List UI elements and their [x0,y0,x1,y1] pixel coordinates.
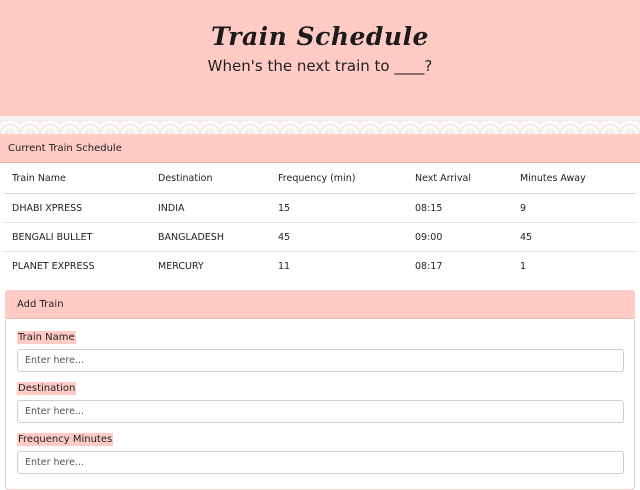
column-header-minutes-away: Minutes Away [512,164,636,194]
cell-train-name: BENGALI BULLET [4,222,150,252]
cell-minutes-away: 45 [512,222,636,252]
cell-destination: INDIA [150,193,270,223]
add-train-title: Add Train [6,291,634,319]
cell-train-name: DHABI XPRESS [4,193,150,223]
column-header-destination: Destination [150,164,270,194]
train-name-label: Train Name [17,331,76,344]
train-schedule-table: Train Name Destination Frequency (min) N… [4,164,636,280]
column-header-train-name: Train Name [4,164,150,194]
schedule-panel-title: Current Train Schedule [0,134,640,163]
cell-destination: BANGLADESH [150,222,270,252]
column-header-frequency: Frequency (min) [270,164,407,194]
page-title: Train Schedule [211,22,429,51]
destination-label: Destination [17,382,77,395]
decorative-pattern-strip [0,116,640,134]
destination-input[interactable] [17,400,624,423]
table-row: PLANET EXPRESS MERCURY 11 08:17 1 [4,252,636,281]
cell-next-arrival: 09:00 [407,222,512,252]
column-header-next-arrival: Next Arrival [407,164,512,194]
cell-frequency: 45 [270,222,407,252]
train-name-input[interactable] [17,349,624,372]
frequency-minutes-label: Frequency Minutes [17,433,114,446]
cell-next-arrival: 08:17 [415,260,443,272]
table-row: BENGALI BULLET BANGLADESH 45 09:00 45 [4,222,636,252]
page-subtitle: When's the next train to ____? [207,57,433,75]
cell-train-name: PLANET EXPRESS [12,260,95,272]
table-row: DHABI XPRESS INDIA 15 08:15 9 [4,193,636,223]
cell-destination: MERCURY [158,260,204,272]
cell-frequency: 11 [278,260,291,272]
table-header-row: Train Name Destination Frequency (min) N… [4,164,636,194]
cell-minutes-away: 9 [512,193,636,223]
cell-frequency: 15 [270,193,407,223]
page-header: Train Schedule When's the next train to … [0,0,640,116]
add-train-card: Add Train Train Name Destination Frequen… [5,290,635,490]
cell-minutes-away: 1 [520,260,527,272]
cell-next-arrival: 08:15 [407,193,512,223]
frequency-minutes-input[interactable] [17,451,624,474]
